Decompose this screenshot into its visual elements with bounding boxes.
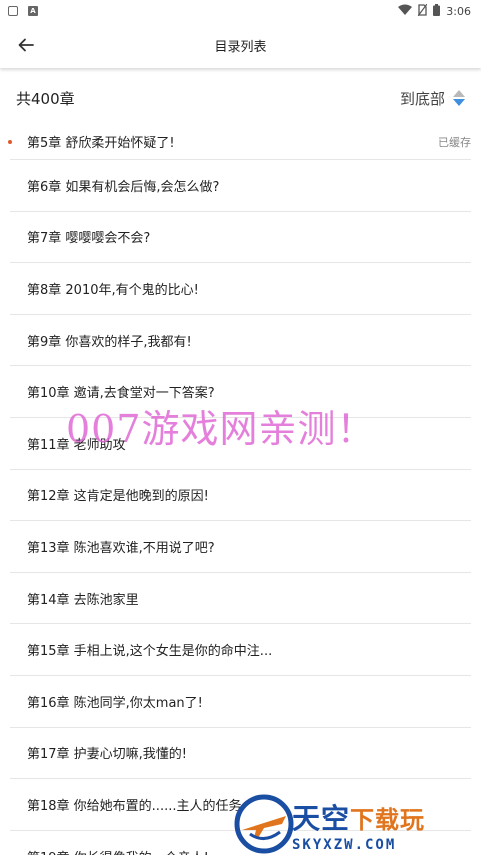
notification-icon bbox=[8, 6, 18, 16]
chapter-title: 第19章 你长得像我的一个亲人! bbox=[27, 847, 209, 855]
chapter-item[interactable]: 第18章 你给她布置的......主人的任务 bbox=[10, 779, 471, 831]
chapter-item[interactable]: 第8章 2010年,有个鬼的比心! bbox=[10, 263, 471, 315]
no-sim-icon bbox=[417, 3, 428, 19]
chapter-title: 第18章 你给她布置的......主人的任务 bbox=[27, 798, 242, 814]
chapter-summary: 共400章 到底部 bbox=[0, 72, 481, 124]
cached-badge: 已缓存 bbox=[438, 135, 471, 149]
chapter-title: 第8章 2010年,有个鬼的比心! bbox=[27, 282, 199, 298]
sort-arrows-icon bbox=[453, 90, 465, 106]
chapter-title: 第14章 去陈池家里 bbox=[27, 592, 139, 608]
chapter-item[interactable]: 第17章 护妻心切嘛,我懂的! bbox=[10, 728, 471, 780]
wifi-icon bbox=[398, 4, 413, 18]
chapter-item[interactable]: 第5章 舒欣柔开始怀疑了! 已缓存 bbox=[8, 124, 471, 160]
chapter-count: 共400章 bbox=[16, 89, 75, 108]
chapter-title: 第17章 护妻心切嘛,我懂的! bbox=[27, 747, 188, 763]
battery-icon bbox=[433, 3, 441, 19]
jump-to-bottom-label: 到底部 bbox=[399, 89, 445, 108]
chapter-title: 第10章 邀请,去食堂对一下答案? bbox=[27, 386, 215, 402]
chapter-item[interactable]: 第10章 邀请,去食堂对一下答案? bbox=[10, 366, 471, 418]
chapter-title: 第11章 老师助攻 bbox=[27, 437, 126, 453]
chapter-title: 第16章 陈池同学,你太man了! bbox=[27, 695, 203, 711]
status-bar: A 3:06 bbox=[0, 0, 481, 22]
chapter-title: 第6章 如果有机会后悔,会怎么做? bbox=[27, 179, 220, 195]
chapter-title: 第9章 你喜欢的样子,我都有! bbox=[27, 334, 192, 350]
chapter-item[interactable]: 第19章 你长得像我的一个亲人! bbox=[10, 831, 471, 855]
jump-to-bottom-button[interactable]: 到底部 bbox=[400, 88, 465, 109]
page-title: 目录列表 bbox=[214, 39, 267, 55]
back-button[interactable] bbox=[0, 22, 52, 68]
chapter-title: 第13章 陈池喜欢谁,不用说了吧? bbox=[27, 540, 215, 556]
chapter-title: 第15章 手相上说,这个女生是你的命中注... bbox=[27, 644, 273, 660]
chapter-item[interactable]: 第11章 老师助攻 bbox=[10, 418, 471, 470]
chapter-item[interactable]: 第16章 陈池同学,你太man了! bbox=[10, 676, 471, 728]
app-bar: 目录列表 bbox=[0, 22, 481, 68]
status-time: 3:06 bbox=[446, 4, 471, 18]
chapter-item[interactable]: 第9章 你喜欢的样子,我都有! bbox=[10, 315, 471, 367]
chapter-item[interactable]: 第12章 这肯定是他晚到的原因! bbox=[10, 470, 471, 522]
chapter-item[interactable]: 第6章 如果有机会后悔,会怎么做? bbox=[10, 160, 471, 212]
chapter-title: 第7章 嘤嘤嘤会不会? bbox=[27, 231, 151, 247]
chapter-item[interactable]: 第14章 去陈池家里 bbox=[10, 573, 471, 625]
chapter-title: 第12章 这肯定是他晚到的原因! bbox=[27, 489, 209, 505]
arrow-left-icon bbox=[18, 38, 34, 52]
app-notification-icon: A bbox=[28, 6, 38, 16]
chapter-item[interactable]: 第15章 手相上说,这个女生是你的命中注... bbox=[10, 624, 471, 676]
chapter-list: 第5章 舒欣柔开始怀疑了! 已缓存 第6章 如果有机会后悔,会怎么做? 第7章 … bbox=[0, 124, 481, 855]
current-chapter-dot bbox=[8, 139, 12, 144]
chapter-title: 第5章 舒欣柔开始怀疑了! bbox=[27, 136, 175, 151]
chapter-item[interactable]: 第13章 陈池喜欢谁,不用说了吧? bbox=[10, 521, 471, 573]
chapter-item[interactable]: 第7章 嘤嘤嘤会不会? bbox=[10, 212, 471, 264]
